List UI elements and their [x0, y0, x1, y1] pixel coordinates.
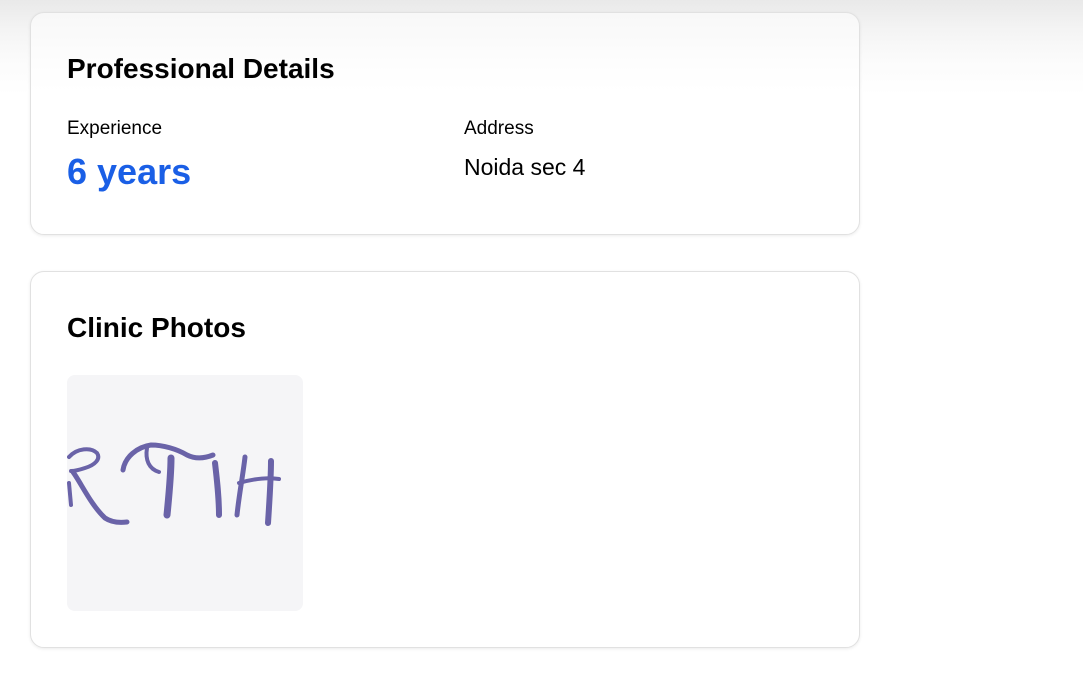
address-value: Noida sec 4	[464, 154, 586, 180]
clinic-photos-card: Clinic Photos	[30, 271, 860, 648]
experience-value: 6 years	[67, 151, 192, 192]
clinic-photo-thumbnail[interactable]	[67, 375, 303, 611]
address-label: Address	[464, 118, 534, 139]
clinic-photos-title: Clinic Photos	[67, 312, 246, 343]
signature-image	[67, 375, 303, 611]
professional-details-card: Professional Details Experience 6 years …	[30, 12, 860, 235]
experience-label: Experience	[67, 118, 163, 139]
professional-details-title: Professional Details	[67, 53, 335, 84]
